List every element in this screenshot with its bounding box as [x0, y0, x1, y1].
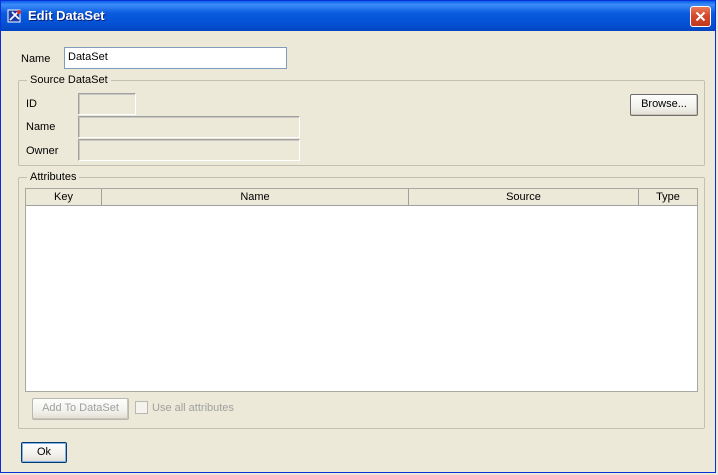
attributes-table[interactable]: Key Name Source Type — [25, 188, 698, 392]
source-dataset-legend: Source DataSet — [27, 74, 111, 86]
close-button[interactable] — [690, 6, 711, 27]
source-owner-label: Owner — [26, 145, 59, 157]
edit-dataset-dialog: Edit DataSet Name DataSet Source DataSet… — [0, 0, 716, 473]
source-owner-field — [78, 139, 300, 161]
title-bar[interactable]: Edit DataSet — [1, 1, 715, 31]
name-label: Name — [21, 53, 51, 65]
attributes-legend: Attributes — [27, 171, 80, 183]
source-id-field — [78, 93, 136, 115]
window-title: Edit DataSet — [28, 8, 105, 23]
ok-button[interactable]: Ok — [21, 442, 67, 463]
column-header-source[interactable]: Source — [409, 189, 639, 205]
column-header-name[interactable]: Name — [102, 189, 409, 205]
close-icon — [695, 11, 706, 22]
add-to-dataset-button[interactable]: Add To DataSet — [32, 398, 129, 420]
source-id-label: ID — [26, 98, 37, 110]
column-header-type[interactable]: Type — [639, 189, 697, 205]
use-all-attributes-checkbox[interactable] — [135, 401, 148, 414]
app-icon — [7, 8, 23, 24]
source-name-label: Name — [26, 121, 56, 133]
dataset-name-input[interactable]: DataSet — [64, 47, 287, 69]
attributes-table-header: Key Name Source Type — [26, 189, 697, 206]
column-header-key[interactable]: Key — [26, 189, 102, 205]
browse-button[interactable]: Browse... — [630, 94, 698, 116]
use-all-attributes-label: Use all attributes — [152, 402, 234, 414]
source-name-field — [78, 116, 300, 138]
